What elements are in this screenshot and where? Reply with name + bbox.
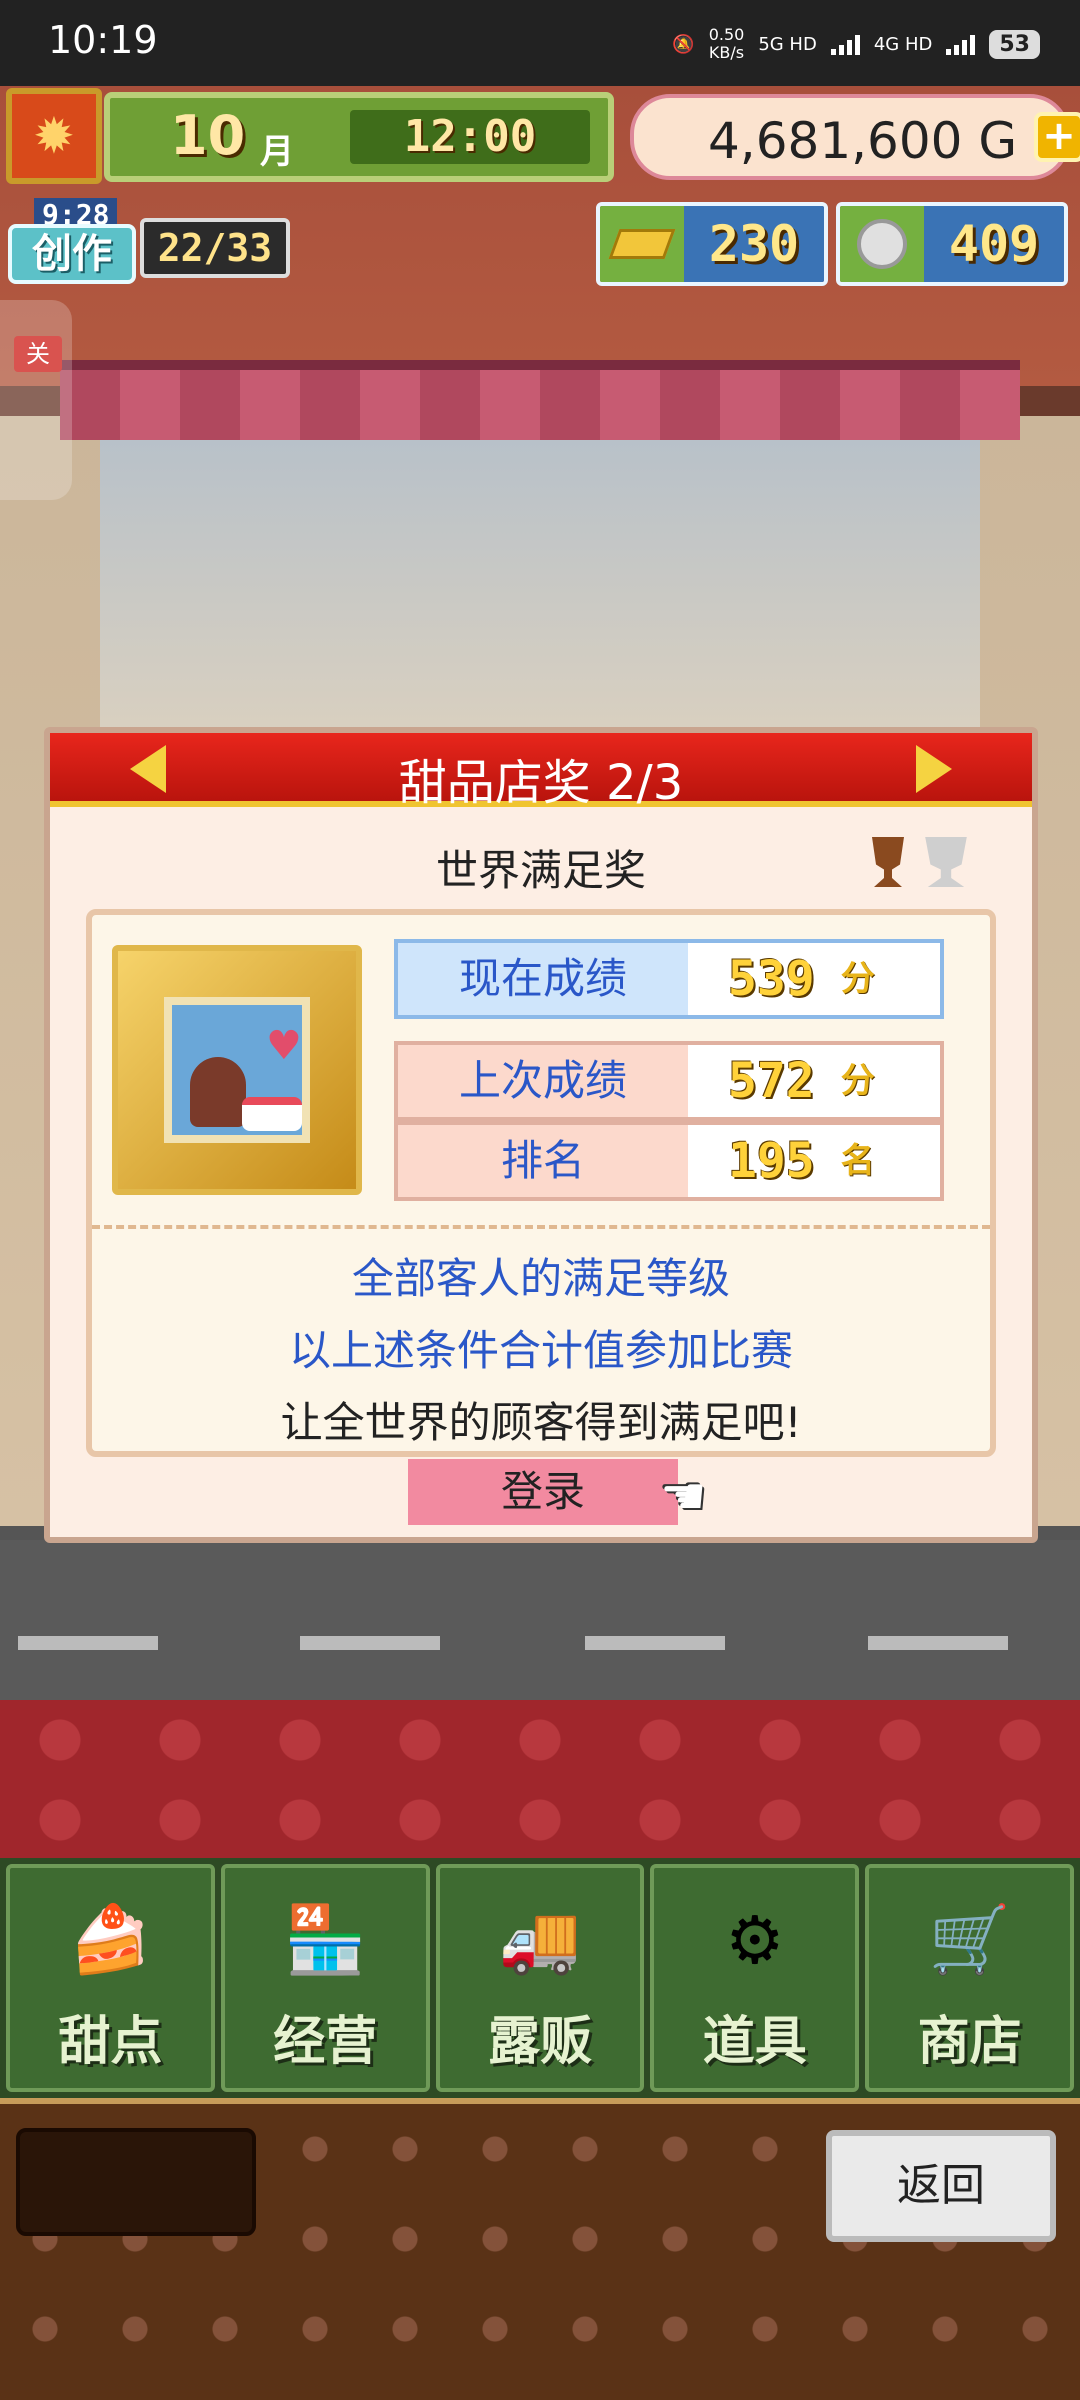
close-toggle[interactable]: 关 — [14, 336, 62, 372]
lane-mark — [300, 1636, 440, 1650]
add-money-button[interactable]: + — [1034, 112, 1080, 162]
network-4g-label: 4G HD — [873, 33, 933, 55]
menu-label: 商店 — [917, 2012, 1022, 2072]
month-value: 10 — [170, 104, 246, 167]
street — [0, 1540, 1080, 1710]
date-bar: 10 月 12:00 — [104, 92, 614, 182]
cake-icon: 🍰 — [69, 1901, 152, 1978]
rank-value: 195 — [728, 1133, 815, 1189]
lane-mark — [585, 1636, 725, 1650]
score-unit: 分 — [840, 1061, 875, 1101]
award-card: ♥ 现在成绩 539 分 上次成绩 572 分 排名 195 名 全部客人的满足… — [86, 909, 996, 1457]
score-label: 现在成绩 — [398, 943, 688, 1015]
mute-icon: 🔕 — [672, 33, 695, 55]
cake-figure — [242, 1097, 302, 1131]
menu-food-truck-button[interactable]: 🚚 露贩 — [435, 1864, 645, 2092]
score-value: 572 — [728, 1053, 815, 1109]
status-icons: 🔕 0.50 KB/s 5G HD 4G HD 53 — [672, 26, 1040, 62]
bottom-menu: 🍰 甜点 🏪 经营 🚚 露贩 ⚙ 道具 🛒 商店 — [0, 1858, 1080, 2098]
award-panel: 甜品店奖 2/3 世界满足奖 ♥ 现在成绩 539 分 上次成绩 572 分 排… — [44, 727, 1038, 1543]
score-value-box: 539 分 — [688, 943, 940, 1015]
create-label: 创作 — [8, 224, 136, 284]
battery-icon: 53 — [989, 29, 1040, 59]
money-value: 4,681,600 G — [708, 112, 1018, 170]
footer-bar: 返回 — [0, 2098, 1080, 2400]
gold-resource: 230 — [596, 202, 828, 286]
status-bar: 10:19 🔕 0.50 KB/s 5G HD 4G HD 53 — [0, 0, 1080, 86]
gold-value: 230 — [684, 206, 824, 282]
net-speed: 0.50 KB/s — [708, 25, 745, 62]
signal-icon-2 — [946, 33, 976, 55]
menu-store-button[interactable]: 🛒 商店 — [865, 1864, 1074, 2092]
pointing-hand-icon: ☚ — [660, 1467, 707, 1527]
side-panel-tab[interactable]: 关 — [0, 300, 72, 500]
rank-unit: 名 — [840, 1141, 875, 1181]
score-value: 539 — [728, 951, 815, 1007]
medal-resource: 409 — [836, 202, 1068, 286]
create-status[interactable]: 9:28 创作 22/33 — [8, 198, 290, 286]
menu-dessert-button[interactable]: 🍰 甜点 — [6, 1864, 215, 2092]
heart-icon: ♥ — [266, 1023, 302, 1069]
description-line-3: 让全世界的顾客得到满足吧! — [280, 1398, 802, 1447]
season-leaf-icon[interactable]: ✹ — [6, 88, 102, 184]
menu-label: 露贩 — [487, 2012, 592, 2072]
rank-value-box: 195 名 — [688, 1125, 940, 1197]
award-header: 甜品店奖 2/3 — [50, 733, 1032, 811]
medal-value: 409 — [924, 206, 1064, 282]
menu-manage-button[interactable]: 🏪 经营 — [220, 1864, 430, 2092]
login-button[interactable]: 登录 — [408, 1459, 678, 1525]
status-time: 10:19 — [48, 18, 158, 62]
description-line-2: 以上述条件合计值参加比赛 — [288, 1326, 793, 1375]
menu-label: 经营 — [273, 2012, 378, 2072]
back-button[interactable]: 返回 — [826, 2130, 1056, 2242]
money-display: 4,681,600 G + — [630, 94, 1080, 180]
shop-awning — [60, 360, 1020, 440]
score-row-previous: 上次成绩 572 分 — [394, 1041, 944, 1121]
award-portrait: ♥ — [112, 945, 362, 1195]
cart-icon: 🛒 — [928, 1901, 1011, 1978]
score-unit: 分 — [840, 959, 875, 999]
month-unit: 月 — [260, 132, 294, 172]
score-row-current: 现在成绩 539 分 — [394, 939, 944, 1019]
gold-bar-icon — [600, 206, 684, 282]
portrait-image: ♥ — [164, 997, 310, 1143]
rank-label: 排名 — [398, 1125, 688, 1197]
rank-row: 排名 195 名 — [394, 1121, 944, 1201]
score-label: 上次成绩 — [398, 1045, 688, 1117]
customer-figure — [190, 1057, 246, 1127]
menu-items-button[interactable]: ⚙ 道具 — [650, 1864, 860, 2092]
clock: 12:00 — [350, 110, 590, 164]
shop-icon: 🏪 — [284, 1901, 367, 1978]
gear-bag-icon: ⚙ — [725, 1901, 785, 1979]
network-5g-label: 5G HD — [758, 33, 817, 55]
lane-mark — [868, 1636, 1008, 1650]
lane-mark — [18, 1636, 158, 1650]
info-slot — [16, 2128, 256, 2236]
food-truck-icon: 🚚 — [498, 1901, 582, 1978]
create-count: 22/33 — [140, 218, 290, 278]
award-title: 甜品店奖 2/3 — [398, 755, 684, 811]
carpet-pattern — [0, 1700, 1080, 1860]
menu-label: 道具 — [702, 2012, 807, 2072]
divider — [92, 1225, 990, 1229]
score-value-box: 572 分 — [688, 1045, 940, 1117]
next-arrow-icon[interactable] — [916, 745, 952, 793]
description-line-1: 全部客人的满足等级 — [351, 1254, 730, 1303]
shop-interior — [100, 440, 980, 730]
medal-icon — [840, 206, 924, 282]
menu-label: 甜点 — [58, 2012, 163, 2072]
signal-icon — [830, 33, 860, 55]
